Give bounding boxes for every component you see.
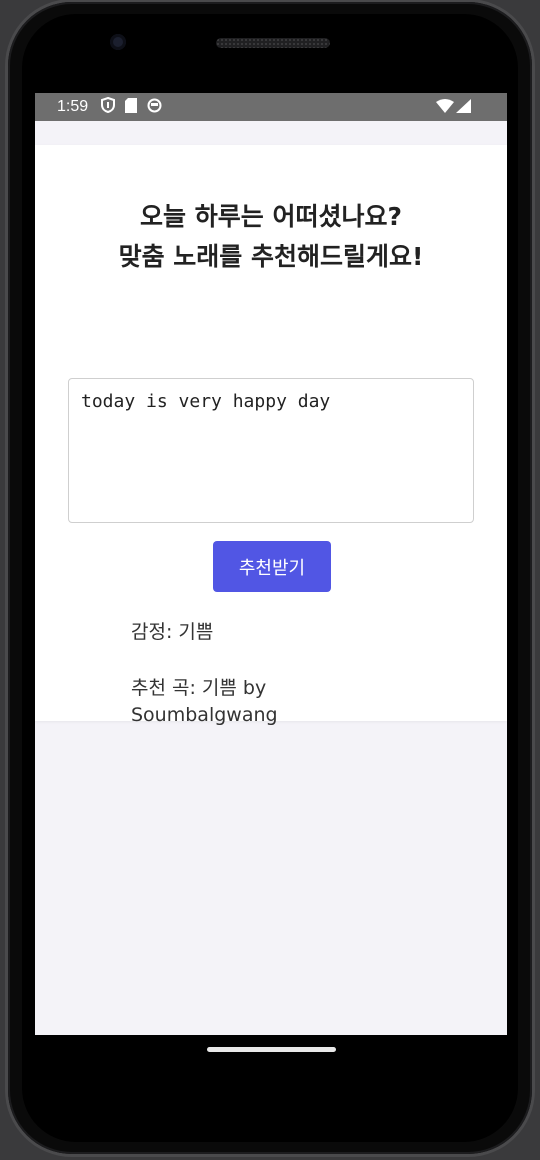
- status-icons-right: [436, 99, 471, 118]
- emotion-result: 감정: 기쁨: [131, 621, 214, 643]
- home-indicator[interactable]: [207, 1047, 336, 1052]
- app-screen: 1:59 오늘 하루는 어떠셨나요? 맞춤 노래를 추천해드릴게요! today…: [35, 93, 507, 1035]
- app-circle-icon: [147, 98, 162, 118]
- page-title: 오늘 하루는 어떠셨나요? 맞춤 노래를 추천해드릴게요!: [35, 197, 507, 277]
- status-bar: 1:59: [35, 93, 507, 121]
- status-icons-left: [101, 96, 162, 118]
- mood-input[interactable]: today is very happy day: [68, 378, 474, 523]
- song-result: 추천 곡: 기쁨 by Soumbalgwang: [131, 677, 278, 726]
- front-camera: [110, 34, 126, 50]
- status-time: 1:59: [57, 98, 89, 115]
- recommend-button[interactable]: 추천받기: [213, 541, 331, 592]
- recommendation-card: 오늘 하루는 어떠셨나요? 맞춤 노래를 추천해드릴게요! today is v…: [35, 145, 507, 726]
- title-line-1: 오늘 하루는 어떠셨나요?: [140, 202, 402, 231]
- wifi-icon: [436, 99, 454, 118]
- cell-signal-icon: [456, 99, 471, 118]
- earpiece-speaker: [216, 38, 330, 48]
- sd-card-icon: [125, 97, 137, 118]
- shield-icon: [101, 96, 115, 118]
- title-line-2: 맞춤 노래를 추천해드릴게요!: [118, 242, 424, 271]
